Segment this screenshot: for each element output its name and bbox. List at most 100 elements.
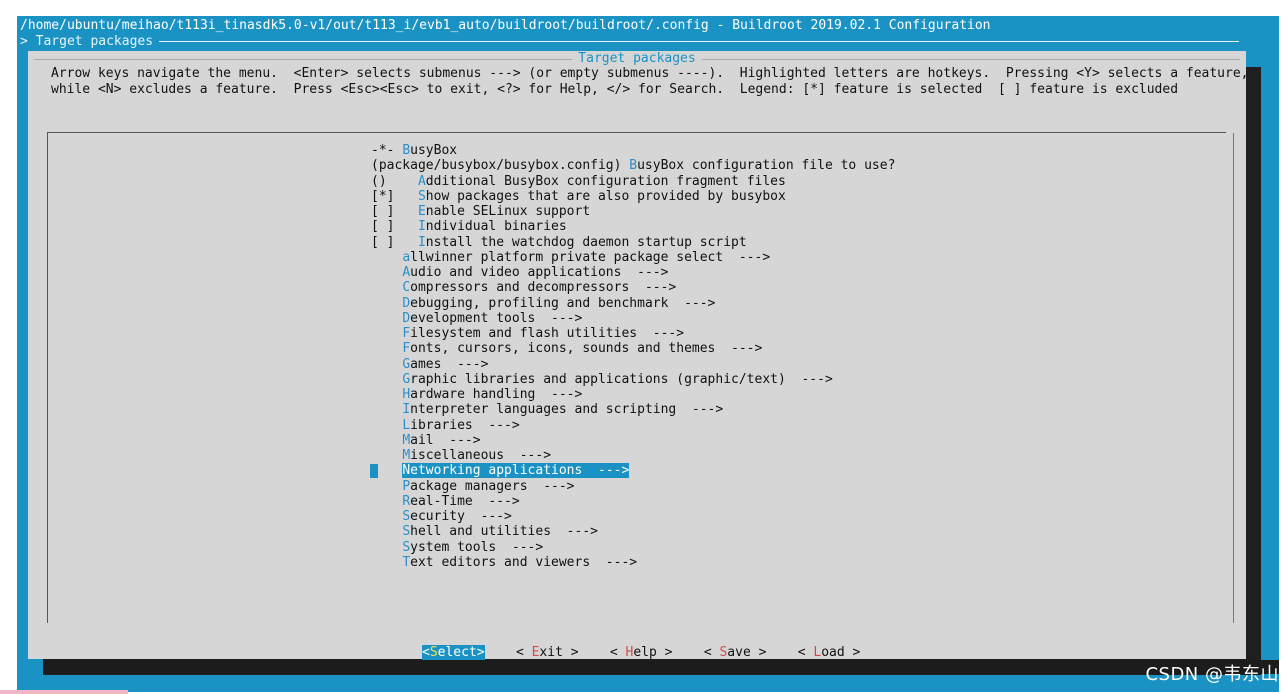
menu-item-text: ystem tools ---> xyxy=(410,539,544,555)
menu-item[interactable]: () Additional BusyBox configuration frag… xyxy=(371,174,895,189)
menu-item-label: Games ---> xyxy=(402,357,488,372)
menu-item-label: Mail ---> xyxy=(402,433,480,448)
menu-item-text: onts, cursors, icons, sounds and themes … xyxy=(410,341,763,357)
menu-item[interactable]: Networking applications ---> xyxy=(370,463,895,479)
dialog-title-text: Target packages xyxy=(572,51,702,66)
menu-item[interactable]: [ ] Enable SELinux support xyxy=(371,204,895,219)
menuconfig-dialog: Target packages Arrow keys navigate the … xyxy=(28,51,1248,660)
menu-item-label: Additional BusyBox configuration fragmen… xyxy=(418,174,786,189)
menu-item-prefix xyxy=(371,509,402,524)
menu-item[interactable]: [ ] Install the watchdog daemon startup … xyxy=(371,235,895,250)
menu-item[interactable]: Fonts, cursors, icons, sounds and themes… xyxy=(371,341,895,356)
menu-item-prefix xyxy=(371,296,402,311)
csdn-watermark: CSDN @韦东山 xyxy=(1145,664,1279,685)
menu-item-text: how packages that are also provided by b… xyxy=(425,188,786,204)
menu-item-prefix xyxy=(371,540,402,555)
menu-item-hotkey: I xyxy=(417,219,426,235)
menu-item-prefix xyxy=(371,448,402,463)
menu-item-hotkey: M xyxy=(402,448,411,463)
menu-item[interactable]: Real-Time ---> xyxy=(371,494,895,509)
menu-item-label: Development tools ---> xyxy=(402,311,582,326)
help-text: Arrow keys navigate the menu. <Enter> se… xyxy=(51,66,1248,97)
menu-item-prefix xyxy=(371,387,402,402)
menu-item[interactable]: (package/busybox/busybox.config) BusyBox… xyxy=(371,158,895,173)
menu-item[interactable]: -*- BusyBox xyxy=(371,143,895,158)
menu-item[interactable]: Security ---> xyxy=(371,509,895,524)
menu-item[interactable]: Debugging, profiling and benchmark ---> xyxy=(371,296,895,311)
menu-item-text: dditional BusyBox configuration fragment… xyxy=(425,173,786,189)
menu-item[interactable]: System tools ---> xyxy=(371,540,895,555)
menu-item[interactable]: Interpreter languages and scripting ---> xyxy=(371,402,895,417)
menu-item-text: usyBox configuration file to use? xyxy=(637,158,896,174)
menu-item-text: evelopment tools ---> xyxy=(410,310,583,326)
help-button[interactable]: < Help > xyxy=(610,645,673,660)
menu-item-text: udio and video applications ---> xyxy=(410,265,669,280)
menu-item-prefix xyxy=(371,524,402,539)
menu-item-prefix: (package/busybox/busybox.config) xyxy=(371,158,630,174)
menu-item[interactable]: Development tools ---> xyxy=(371,311,895,326)
menu-item-text: ext editors and viewers ---> xyxy=(410,554,638,570)
menu-item-prefix: [*] xyxy=(371,188,418,204)
menu-item-hotkey: F xyxy=(402,326,411,341)
menu-item-hotkey: A xyxy=(417,173,426,189)
menu-item[interactable]: allwinner platform private package selec… xyxy=(371,250,895,265)
menu-item[interactable]: Games ---> xyxy=(371,357,895,372)
save-button[interactable]: < Save > xyxy=(704,645,767,660)
menu-item-text: ebugging, profiling and benchmark ---> xyxy=(410,295,716,311)
menu-item-text: ardware handling ---> xyxy=(410,387,583,402)
menu-item[interactable]: Mail ---> xyxy=(371,433,895,448)
menu-item-hotkey: L xyxy=(402,417,411,433)
menu-item-hotkey: N xyxy=(402,463,411,479)
menu-item-hotkey: S xyxy=(402,509,411,524)
menu-item-hotkey: B xyxy=(629,158,638,174)
breadcrumb-text: > Target packages xyxy=(20,34,154,49)
menu-item-text: ilesystem and flash utilities ---> xyxy=(410,326,685,341)
select-button[interactable]: <Select> xyxy=(422,645,485,660)
menu-item[interactable]: Graphic libraries and applications (grap… xyxy=(371,372,895,387)
menu-item-prefix xyxy=(371,418,402,433)
menu-item[interactable]: Text editors and viewers ---> xyxy=(371,555,895,570)
menu-item-text: ames ---> xyxy=(410,356,489,372)
menu-item-label: Networking applications ---> xyxy=(402,463,630,479)
menu-item[interactable]: Hardware handling ---> xyxy=(371,387,895,402)
menu-item-hotkey: a xyxy=(402,249,411,265)
menu-item-prefix: () xyxy=(371,173,418,189)
menu-item[interactable]: Audio and video applications ---> xyxy=(371,265,895,280)
menu-item-hotkey: G xyxy=(402,371,411,387)
menu-item-prefix xyxy=(371,433,402,448)
cursor-block xyxy=(370,464,378,479)
menu-item-text: usyBox xyxy=(410,143,458,158)
menu-item-prefix xyxy=(371,250,402,265)
exit-button[interactable]: < Exit > xyxy=(516,645,579,660)
breadcrumb-rule xyxy=(159,41,1240,42)
bottom-strip xyxy=(0,690,128,694)
menu-item[interactable]: [ ] Individual binaries xyxy=(371,219,895,234)
menu-item-hotkey: C xyxy=(402,280,411,296)
menu-item-hotkey: S xyxy=(402,524,411,540)
menu-item[interactable]: Filesystem and flash utilities ---> xyxy=(371,326,895,341)
menu-item[interactable]: Shell and utilities ---> xyxy=(371,524,895,539)
menu-item[interactable]: Package managers ---> xyxy=(371,479,895,494)
menu-item-hotkey: D xyxy=(402,310,411,326)
menu-item-text: ecurity ---> xyxy=(410,509,512,524)
terminal-bottom-bar xyxy=(44,660,1279,674)
menu-item[interactable]: Compressors and decompressors ---> xyxy=(371,280,895,295)
menu-item-label: Show packages that are also provided by … xyxy=(418,189,786,204)
menu-item[interactable]: [*] Show packages that are also provided… xyxy=(371,189,895,204)
breadcrumb: > Target packages xyxy=(20,34,1260,49)
load-button[interactable]: < Load > xyxy=(798,645,861,660)
menu-item-label: Security ---> xyxy=(402,509,512,524)
menu-item-text: ail ---> xyxy=(410,432,481,448)
menu-list: -*- BusyBox (package/busybox/busybox.conf… xyxy=(370,143,895,570)
menu-box-right-border xyxy=(1233,133,1234,623)
menu-item[interactable]: Libraries ---> xyxy=(371,418,895,433)
help-line-2: while <N> excludes a feature. Press <Esc… xyxy=(51,81,1179,97)
menu-item-label: Real-Time ---> xyxy=(402,494,519,509)
menu-item-hotkey: H xyxy=(402,387,411,402)
menu-item-label: Text editors and viewers ---> xyxy=(402,555,637,570)
menu-item[interactable]: Miscellaneous ---> xyxy=(371,448,895,463)
menu-item-prefix xyxy=(371,326,402,341)
menu-item-hotkey: A xyxy=(402,265,411,280)
menu-item-label: Install the watchdog daemon startup scri… xyxy=(418,235,747,250)
window-title: /home/ubuntu/meihao/t113i_tinasdk5.0-v1/… xyxy=(20,18,991,33)
